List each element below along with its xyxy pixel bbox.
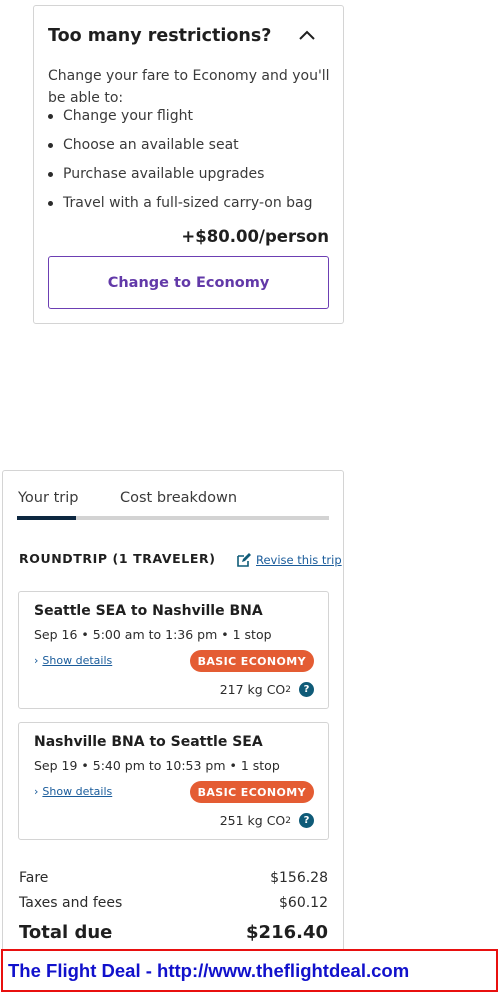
total-row: Total due $216.40 (19, 922, 328, 943)
show-details-label[interactable]: Show details (42, 785, 112, 798)
upgrade-price: +$80.00/person (181, 227, 329, 246)
revise-trip-link[interactable]: Revise this trip (236, 552, 342, 568)
co2-subscript: 2 (285, 815, 291, 826)
revise-trip-label[interactable]: Revise this trip (256, 553, 342, 567)
leg-route: Nashville BNA to Seattle SEA (34, 734, 263, 750)
help-icon[interactable]: ? (299, 813, 314, 828)
fare-row: Fare $156.28 (19, 870, 328, 886)
fare-amount: $156.28 (270, 870, 328, 886)
fare-label: Fare (19, 870, 49, 886)
watermark-banner: The Flight Deal - http://www.theflightde… (1, 949, 498, 992)
benefits-list: Change your flight Choose an available s… (48, 105, 313, 221)
help-icon[interactable]: ? (299, 682, 314, 697)
chevron-right-icon: › (34, 654, 39, 667)
fare-badge: BASIC ECONOMY (189, 650, 314, 672)
co2-value: 251 kg CO (219, 813, 286, 828)
chevron-right-icon: › (34, 785, 39, 798)
edit-icon (237, 553, 251, 567)
total-label: Total due (19, 922, 113, 943)
taxes-label: Taxes and fees (19, 895, 123, 911)
watermark-text: The Flight Deal - http://www.theflightde… (8, 960, 410, 981)
leg-times: Sep 19 • 5:40 pm to 10:53 pm • 1 stop (34, 758, 280, 773)
flight-leg-card: Seattle SEA to Nashville BNA Sep 16 • 5:… (18, 591, 329, 709)
chevron-up-icon[interactable] (298, 29, 316, 41)
trip-summary-card: Your trip Cost breakdown ROUNDTRIP (1 TR… (2, 470, 344, 960)
show-details-label[interactable]: Show details (42, 654, 112, 667)
taxes-amount: $60.12 (279, 895, 328, 911)
benefit-item: Choose an available seat (48, 134, 313, 163)
tab-active-indicator (17, 516, 76, 520)
show-details-link[interactable]: › Show details (34, 654, 112, 667)
change-to-economy-button[interactable]: Change to Economy (48, 256, 329, 309)
flight-leg-card: Nashville BNA to Seattle SEA Sep 19 • 5:… (18, 722, 329, 840)
restrictions-title: Too many restrictions? (48, 26, 272, 46)
co2-emissions: 217 kg CO 2 ? (220, 682, 314, 697)
show-details-link[interactable]: › Show details (34, 785, 112, 798)
leg-route: Seattle SEA to Nashville BNA (34, 603, 263, 619)
benefit-item: Purchase available upgrades (48, 163, 313, 192)
total-amount: $216.40 (246, 922, 328, 943)
restrictions-card: Too many restrictions? Change your fare … (33, 5, 344, 324)
co2-emissions: 251 kg CO 2 ? (220, 813, 314, 828)
co2-value: 217 kg CO (219, 682, 286, 697)
benefit-item: Change your flight (48, 105, 313, 134)
restrictions-intro: Change your fare to Economy and you'll b… (48, 68, 330, 106)
tab-your-trip[interactable]: Your trip (18, 490, 78, 506)
leg-times: Sep 16 • 5:00 am to 1:36 pm • 1 stop (34, 627, 272, 642)
tab-cost-breakdown[interactable]: Cost breakdown (120, 490, 237, 506)
trip-type-label: ROUNDTRIP (1 TRAVELER) (19, 551, 216, 566)
co2-subscript: 2 (285, 684, 291, 695)
fare-badge: BASIC ECONOMY (189, 781, 314, 803)
benefit-item: Travel with a full-sized carry-on bag (48, 192, 313, 221)
taxes-row: Taxes and fees $60.12 (19, 895, 328, 911)
